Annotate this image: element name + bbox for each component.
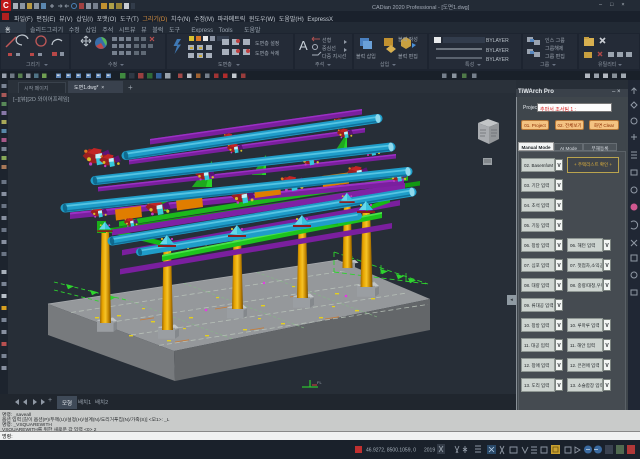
svg-text:2019: 2019 (424, 448, 435, 454)
svg-text:블럭 삽입: 블럭 삽입 (356, 53, 376, 60)
svg-text:그리기: 그리기 (26, 61, 40, 68)
svg-text:주석: 주석 (315, 61, 324, 68)
svg-text:수정: 수정 (108, 61, 117, 68)
svg-text:BYLAYER: BYLAYER (486, 48, 509, 54)
svg-text:블럭 편집: 블럭 편집 (398, 53, 418, 60)
svg-text:BYLAYER: BYLAYER (486, 57, 509, 63)
svg-text:도면층 설정: 도면층 설정 (255, 40, 279, 47)
svg-text:그룹: 그룹 (540, 62, 550, 68)
svg-text:블럭 작성: 블럭 작성 (398, 36, 418, 43)
svg-text:인스 그룹: 인스 그룹 (545, 37, 565, 44)
svg-text:유틸리티: 유틸리티 (598, 61, 616, 68)
svg-text:삽입: 삽입 (380, 61, 389, 68)
svg-text:[−][뷰][2D 와이어프레임]: [−][뷰][2D 와이어프레임] (13, 95, 70, 103)
svg-text:BYLAYER: BYLAYER (486, 38, 509, 44)
svg-text:46.9272, 8500.1059, 0: 46.9272, 8500.1059, 0 (366, 448, 416, 454)
svg-text:FL: FL (317, 380, 322, 385)
svg-text:그룹해제: 그룹해제 (545, 45, 564, 52)
svg-text:도면층: 도면층 (218, 61, 232, 68)
svg-text:A: A (299, 38, 308, 53)
svg-text:도면층 삭제: 도면층 삭제 (255, 50, 280, 57)
svg-text:다중 지시선: 다중 지시선 (322, 53, 347, 60)
svg-text:중심선: 중심선 (322, 45, 336, 52)
svg-text:선형: 선형 (322, 37, 331, 44)
svg-text:그룹 편집: 그룹 편집 (545, 53, 565, 60)
svg-text:특성: 특성 (465, 61, 474, 68)
